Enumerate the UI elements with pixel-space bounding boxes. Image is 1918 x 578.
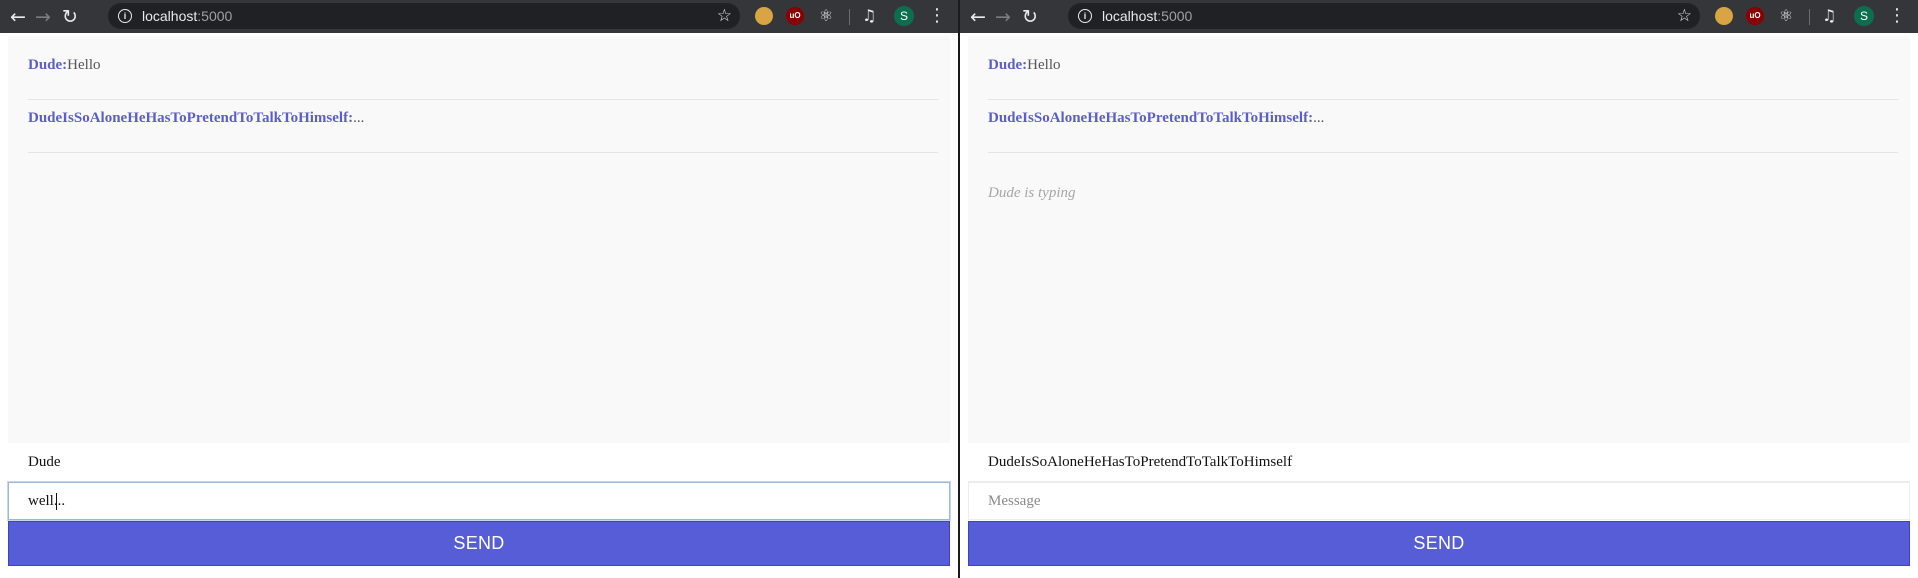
username-display: DudeIsSoAloneHeHasToPretendToTalkToHimse… (968, 443, 1910, 482)
send-button[interactable]: SEND (968, 521, 1910, 566)
url-host: localhost (142, 8, 198, 24)
typing-indicator: Dude is typing (988, 185, 1076, 201)
react-devtools-icon[interactable]: ⚛ (817, 7, 835, 25)
message-item: DudeIsSoAloneHeHasToPretendToTalkToHimse… (988, 89, 1898, 153)
message-list[interactable]: Dude:Hello DudeIsSoAloneHeHasToPretendTo… (968, 36, 1910, 443)
username-text: DudeIsSoAloneHeHasToPretendToTalkToHimse… (988, 454, 1293, 470)
media-playlist-icon[interactable]: ♫ (1822, 5, 1836, 27)
send-button[interactable]: SEND (8, 521, 950, 566)
browser-toolbar: ← → ↻ i localhost:5000 ☆ uO ⚛ ♫ S ⋮ (960, 0, 1918, 33)
media-playlist-icon[interactable]: ♫ (862, 5, 876, 27)
message-divider (28, 152, 938, 153)
kebab-menu-icon[interactable]: ⋮ (1888, 5, 1906, 27)
back-arrow-icon[interactable]: ← (966, 5, 990, 29)
address-bar[interactable]: i localhost:5000 ☆ (108, 3, 740, 29)
message-input[interactable] (968, 482, 1910, 520)
message-item: DudeIsSoAloneHeHasToPretendToTalkToHimse… (28, 89, 938, 153)
back-arrow-icon[interactable]: ← (6, 5, 30, 29)
message-author: Dude: (28, 57, 68, 73)
message-text: Hello (67, 57, 101, 73)
message-divider (988, 152, 1898, 153)
browser-window-left: ← → ↻ i localhost:5000 ☆ uO ⚛ ♫ S ⋮ Dude… (0, 0, 958, 578)
username-display: Dude (8, 443, 950, 482)
profile-avatar[interactable]: S (1854, 6, 1874, 26)
toolbar-separator (1809, 9, 1810, 25)
text-cursor (56, 493, 57, 510)
message-text: ... (353, 110, 365, 126)
info-icon[interactable]: i (1078, 9, 1092, 23)
extension-face-icon[interactable] (1715, 7, 1733, 25)
extension-face-icon[interactable] (755, 7, 773, 25)
username-text: Dude (28, 454, 61, 470)
toolbar-separator (849, 9, 850, 25)
ublock-extension-icon[interactable]: uO (786, 7, 804, 25)
kebab-menu-icon[interactable]: ⋮ (928, 5, 946, 27)
reload-icon[interactable]: ↻ (1018, 5, 1042, 29)
message-text: Hello (1027, 57, 1061, 73)
browser-window-right: ← → ↻ i localhost:5000 ☆ uO ⚛ ♫ S ⋮ Dude… (960, 0, 1918, 578)
react-devtools-icon[interactable]: ⚛ (1777, 7, 1795, 25)
bookmark-star-icon[interactable]: ☆ (1677, 5, 1692, 27)
profile-avatar[interactable]: S (894, 6, 914, 26)
message-author: DudeIsSoAloneHeHasToPretendToTalkToHimse… (28, 110, 354, 126)
url-text[interactable]: localhost:5000 (1102, 8, 1192, 24)
message-list[interactable]: Dude:Hello DudeIsSoAloneHeHasToPretendTo… (8, 36, 950, 443)
address-bar[interactable]: i localhost:5000 ☆ (1068, 3, 1700, 29)
url-host: localhost (1102, 8, 1158, 24)
chat-app: Dude:Hello DudeIsSoAloneHeHasToPretendTo… (960, 33, 1918, 578)
url-port: :5000 (1157, 8, 1193, 24)
bookmark-star-icon[interactable]: ☆ (717, 5, 732, 27)
forward-arrow-icon[interactable]: → (991, 5, 1015, 29)
message-text: ... (1313, 110, 1325, 126)
url-text[interactable]: localhost:5000 (142, 8, 232, 24)
url-port: :5000 (197, 8, 233, 24)
message-author: DudeIsSoAloneHeHasToPretendToTalkToHimse… (988, 110, 1314, 126)
info-icon[interactable]: i (118, 9, 132, 23)
reload-icon[interactable]: ↻ (58, 5, 82, 29)
message-author: Dude: (988, 57, 1028, 73)
forward-arrow-icon[interactable]: → (31, 5, 55, 29)
chat-app: Dude:Hello DudeIsSoAloneHeHasToPretendTo… (0, 33, 958, 578)
browser-toolbar: ← → ↻ i localhost:5000 ☆ uO ⚛ ♫ S ⋮ (0, 0, 958, 33)
ublock-extension-icon[interactable]: uO (1746, 7, 1764, 25)
message-input[interactable] (8, 482, 950, 520)
